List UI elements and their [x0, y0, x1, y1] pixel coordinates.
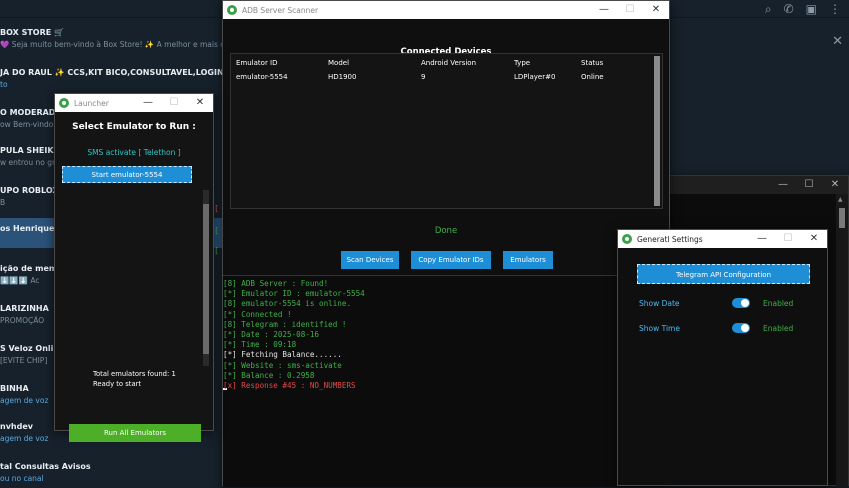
- close-button[interactable]: ✕: [187, 94, 213, 112]
- scrollbar-thumb[interactable]: [654, 56, 660, 206]
- close-icon[interactable]: ✕: [832, 34, 843, 49]
- console-mark: [: [214, 204, 219, 213]
- console-mark: [: [214, 246, 219, 255]
- minimize-button[interactable]: —: [135, 94, 161, 112]
- scan-devices-button[interactable]: Scan Devices: [341, 251, 399, 269]
- chat-title: JA DO RAUL ✨ CCS,KIT BICO,CONSULTAVEL,LO…: [0, 68, 222, 77]
- console-line: [x] Response #45 : NO_NUMBERS: [223, 381, 356, 390]
- show-date-label: Show Date: [639, 299, 680, 308]
- telegram-api-config-button[interactable]: Telegram API Configuration: [637, 264, 810, 284]
- app-icon: [59, 98, 69, 108]
- settings-titlebar[interactable]: Generatl Settings — ☐ ✕: [618, 230, 827, 248]
- window-title: Launcher: [74, 98, 109, 108]
- console-line: [*] Date : 2025-08-16: [223, 330, 320, 339]
- column-header: Emulator ID: [236, 59, 278, 67]
- run-all-emulators-button[interactable]: Run All Emulators: [69, 424, 201, 442]
- table-scrollbar[interactable]: [654, 56, 660, 206]
- console-line: [8] ADB Server : Found!: [223, 279, 329, 288]
- table-header: Emulator ID Model Android Version Type S…: [231, 59, 651, 71]
- console-line: [8] emulator-5554 is online.: [223, 299, 352, 309]
- chat-preview: to: [0, 80, 8, 89]
- start-emulator-button[interactable]: Start emulator-5554: [62, 166, 192, 183]
- show-time-value: Enabled: [763, 324, 794, 333]
- app-icon: [622, 234, 632, 244]
- phone-icon[interactable]: ✆: [784, 2, 794, 17]
- launcher-scrollbar[interactable]: [203, 190, 209, 366]
- app-icon: [227, 5, 237, 15]
- chat-preview: ou no canal: [0, 474, 44, 483]
- table-cell: emulator-5554: [236, 73, 288, 81]
- console-line: [*] Website : sms-activate: [223, 360, 342, 370]
- console-line: [*] Connected !: [223, 309, 292, 319]
- minimize-button[interactable]: —: [591, 1, 617, 19]
- show-date-toggle[interactable]: [732, 298, 750, 308]
- search-icon[interactable]: ⌕: [765, 2, 772, 17]
- console-scrollbar[interactable]: ▲: [836, 194, 848, 487]
- select-emulator-heading: Select Emulator to Run :: [72, 122, 196, 132]
- more-icon[interactable]: ⋮: [829, 2, 841, 17]
- launcher-body: Select Emulator to Run : SMS activate [ …: [55, 112, 213, 442]
- table-cell: HD1900: [328, 73, 357, 81]
- minimize-button[interactable]: —: [770, 176, 796, 194]
- console-mark: [: [214, 226, 219, 235]
- launcher-titlebar[interactable]: Launcher — ☐ ✕: [55, 94, 213, 112]
- console-line: [*] Emulator ID : emulator-5554: [223, 289, 365, 299]
- show-time-label: Show Time: [639, 324, 680, 333]
- console-titlebar[interactable]: — ☐ ✕: [670, 176, 848, 194]
- show-time-toggle[interactable]: [732, 323, 750, 333]
- console-line: [*] Balance : 0.2958: [223, 370, 315, 380]
- console-line: [8] Telegram : identified !: [223, 319, 347, 329]
- chat-list-item[interactable]: tal Consultas Avisos ou no canal: [0, 462, 222, 488]
- minimize-button[interactable]: —: [749, 230, 775, 248]
- maximize-button[interactable]: ☐: [796, 176, 822, 194]
- window-title: ADB Server Scanner: [242, 5, 319, 15]
- devices-table: Emulator ID Model Android Version Type S…: [230, 53, 663, 209]
- show-date-row: Show Date Enabled: [639, 297, 819, 311]
- column-header: Status: [581, 59, 604, 67]
- show-date-value: Enabled: [763, 299, 794, 308]
- chat-list-item[interactable]: JA DO RAUL ✨ CCS,KIT BICO,CONSULTAVEL,LO…: [0, 68, 222, 94]
- column-header: Type: [514, 59, 531, 67]
- maximize-button[interactable]: ☐: [617, 1, 643, 19]
- close-button[interactable]: ✕: [822, 176, 848, 194]
- scanner-titlebar[interactable]: ADB Server Scanner — ☐ ✕: [223, 1, 669, 19]
- table-cell: 9: [421, 73, 426, 81]
- settings-window: Generatl Settings — ☐ ✕ Telegram API Con…: [617, 229, 828, 486]
- launcher-window: Launcher — ☐ ✕ Select Emulator to Run : …: [54, 93, 214, 442]
- chat-title: BOX STORE 🛒: [0, 28, 64, 37]
- sidebar-icon[interactable]: ▣: [806, 2, 817, 17]
- close-button[interactable]: ✕: [643, 1, 669, 19]
- scrollbar-thumb[interactable]: [203, 204, 209, 354]
- log-console: [8] ADB Server : Found! [*] Emulator ID :…: [223, 275, 669, 487]
- emulators-button[interactable]: Emulators: [503, 251, 553, 269]
- table-cell: Online: [581, 73, 604, 81]
- status-done: Done: [434, 226, 458, 236]
- console-line: [*] Fetching Balance......: [223, 350, 342, 360]
- adb-scanner-window: ADB Server Scanner — ☐ ✕ Connected Devic…: [222, 0, 670, 487]
- table-row[interactable]: emulator-5554 HD1900 9 LDPlayer#0 Online: [231, 73, 651, 85]
- column-header: Android Version: [421, 59, 477, 67]
- ready-status-text: Ready to start: [93, 380, 142, 388]
- column-header: Model: [328, 59, 350, 67]
- window-title: Generatl Settings: [637, 234, 703, 244]
- copy-emulator-ids-button[interactable]: Copy Emulator IDs: [411, 251, 491, 269]
- scrollbar-thumb[interactable]: [839, 208, 845, 228]
- show-time-row: Show Time Enabled: [639, 322, 819, 336]
- chat-title: tal Consultas Avisos: [0, 462, 91, 471]
- scroll-up-icon[interactable]: ▲: [838, 196, 843, 203]
- chat-list-item[interactable]: BOX STORE 🛒 💜 Seja muito bem-vindo à Box …: [0, 28, 222, 54]
- service-label: SMS activate [ Telethon ]: [87, 148, 181, 157]
- close-button[interactable]: ✕: [801, 230, 827, 248]
- maximize-button[interactable]: ☐: [161, 94, 187, 112]
- total-emulators-text: Total emulators found: 1: [93, 370, 176, 378]
- table-cell: LDPlayer#0: [514, 73, 556, 81]
- chat-preview: 💜 Seja muito bem-vindo à Box Store! ✨ A …: [0, 40, 222, 49]
- console-line: [*] Time : 09:18: [223, 340, 297, 350]
- maximize-button[interactable]: ☐: [775, 230, 801, 248]
